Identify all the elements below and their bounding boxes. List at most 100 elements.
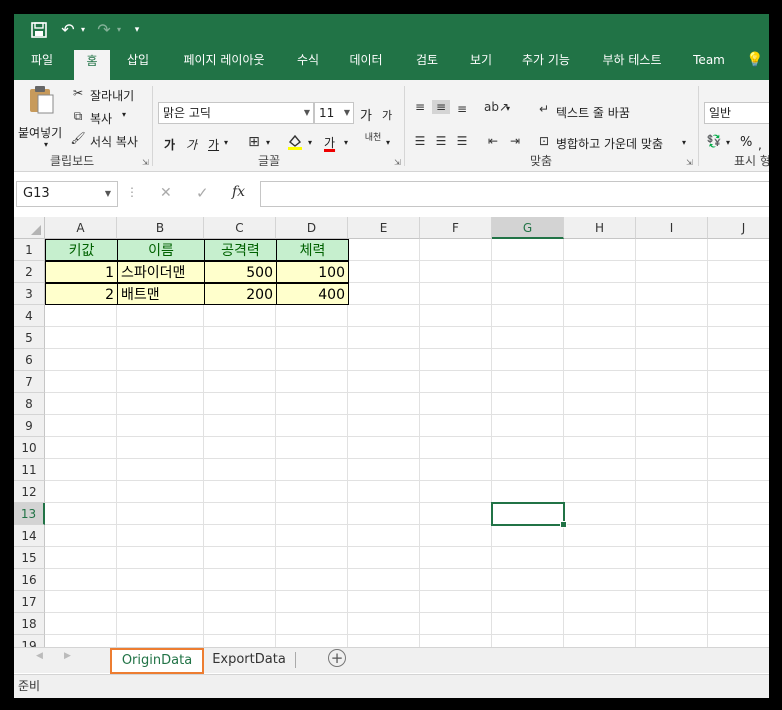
font-name-select[interactable]: 맑은 고딕 ▼ <box>158 102 314 124</box>
underline-button[interactable]: 가 <box>208 136 219 153</box>
merge-center-icon[interactable]: ⊡ <box>536 134 552 148</box>
undo-icon[interactable]: ↶ <box>58 19 78 41</box>
row-header-15[interactable]: 15 <box>14 547 45 569</box>
row-header-10[interactable]: 10 <box>14 437 45 459</box>
merge-center-button[interactable]: 병합하고 가운데 맞춤 <box>556 135 663 152</box>
phonetic-dropdown-icon[interactable]: ▾ <box>386 138 390 147</box>
table-cell[interactable]: 100 <box>276 261 349 283</box>
font-launcher-icon[interactable]: ⇲ <box>394 158 401 167</box>
row-header-12[interactable]: 12 <box>14 481 45 503</box>
sheet-tab-origindata[interactable]: OriginData <box>110 648 204 674</box>
align-top-icon[interactable]: ≡ <box>412 100 428 114</box>
redo-dropdown-icon[interactable]: ▾ <box>114 19 124 41</box>
column-header-d[interactable]: D <box>276 217 348 239</box>
customize-qat-icon[interactable]: ▾ <box>130 19 144 41</box>
table-header-cell[interactable]: 체력 <box>276 239 349 261</box>
decrease-indent-icon[interactable]: ⇤ <box>484 134 502 148</box>
row-header-16[interactable]: 16 <box>14 569 45 591</box>
cancel-icon[interactable]: ✕ <box>160 185 172 201</box>
sheet-tab-exportdata[interactable]: ExportData <box>210 648 288 673</box>
align-center-icon[interactable]: ☰ <box>432 134 450 148</box>
bold-button[interactable]: 가 <box>164 136 175 153</box>
table-header-cell[interactable]: 키값 <box>45 239 118 261</box>
align-middle-icon[interactable]: ≡ <box>432 100 450 114</box>
font-size-select[interactable]: 11 ▼ <box>314 102 354 124</box>
row-header-18[interactable]: 18 <box>14 613 45 635</box>
copy-button[interactable]: 복사 <box>90 110 112 127</box>
formula-input[interactable] <box>260 181 769 207</box>
italic-button[interactable]: 가 <box>186 136 197 153</box>
select-all-corner[interactable] <box>14 217 45 239</box>
paste-dropdown-icon[interactable]: ▾ <box>44 140 48 149</box>
align-bottom-icon[interactable]: ≡ <box>454 102 470 116</box>
row-header-14[interactable]: 14 <box>14 525 45 547</box>
accounting-dropdown-icon[interactable]: ▾ <box>726 138 730 147</box>
clipboard-launcher-icon[interactable]: ⇲ <box>142 158 149 167</box>
table-header-cell[interactable]: 공격력 <box>204 239 277 261</box>
fill-color-dropdown-icon[interactable]: ▾ <box>308 138 312 147</box>
column-header-e[interactable]: E <box>348 217 420 239</box>
align-left-icon[interactable]: ☰ <box>412 134 428 148</box>
shrink-font-button[interactable]: 가 <box>382 107 392 123</box>
merge-dropdown-icon[interactable]: ▾ <box>682 138 686 147</box>
copy-dropdown-icon[interactable]: ▾ <box>122 110 126 119</box>
row-header-11[interactable]: 11 <box>14 459 45 481</box>
comma-button[interactable]: , <box>758 138 762 152</box>
row-header-4[interactable]: 4 <box>14 305 45 327</box>
orientation-icon[interactable]: ab↗ <box>484 100 509 114</box>
column-header-g[interactable]: G <box>492 217 564 239</box>
percent-button[interactable]: % <box>740 135 752 150</box>
column-header-a[interactable]: A <box>45 217 117 239</box>
redo-icon[interactable]: ↷ <box>94 19 114 41</box>
worksheet-grid[interactable]: ABCDEFGHIJ 1 2 3 4 5 6 7 8 9 10 11 12 13 14 15 16 17 18 19… <box>14 217 769 647</box>
wrap-text-icon[interactable]: ↵ <box>536 102 552 116</box>
phonetic-icon[interactable]: 내천 <box>364 134 382 143</box>
save-icon[interactable] <box>28 19 50 41</box>
borders-icon[interactable]: ⊞ <box>246 134 262 150</box>
row-header-8[interactable]: 8 <box>14 393 45 415</box>
row-header-2[interactable]: 2 <box>14 261 45 283</box>
chevron-down-icon[interactable]: ▼ <box>105 182 111 206</box>
scroll-left-icon[interactable]: ◀ <box>36 651 43 661</box>
table-cell[interactable]: 200 <box>204 283 277 305</box>
cut-icon[interactable]: ✂ <box>70 86 86 100</box>
paste-button[interactable]: 붙여넣기 <box>18 124 62 141</box>
row-header-17[interactable]: 17 <box>14 591 45 613</box>
table-cell[interactable]: 1 <box>45 261 118 283</box>
row-header-9[interactable]: 9 <box>14 415 45 437</box>
orientation-dropdown-icon[interactable]: ▾ <box>506 104 510 113</box>
table-cell[interactable]: 배트맨 <box>117 283 205 305</box>
active-cell[interactable] <box>491 502 567 528</box>
row-header-13[interactable]: 13 <box>14 503 45 525</box>
borders-dropdown-icon[interactable]: ▾ <box>266 138 270 147</box>
grow-font-button[interactable]: 가 <box>360 105 372 124</box>
name-box[interactable]: G13 ▼ <box>16 181 118 207</box>
scroll-right-icon[interactable]: ▶ <box>64 651 71 661</box>
column-header-h[interactable]: H <box>564 217 636 239</box>
copy-icon[interactable]: ⧉ <box>70 109 86 124</box>
row-header-19[interactable]: 19 <box>14 635 45 647</box>
column-header-c[interactable]: C <box>204 217 276 239</box>
underline-dropdown-icon[interactable]: ▾ <box>224 138 228 147</box>
undo-dropdown-icon[interactable]: ▾ <box>78 19 88 41</box>
column-header-f[interactable]: F <box>420 217 492 239</box>
format-painter-button[interactable]: 서식 복사 <box>90 133 138 150</box>
align-right-icon[interactable]: ☰ <box>454 134 470 148</box>
table-cell[interactable]: 스파이더맨 <box>117 261 205 283</box>
row-header-3[interactable]: 3 <box>14 283 45 305</box>
wrap-text-button[interactable]: 텍스트 줄 바꿈 <box>556 104 630 121</box>
font-color-button[interactable]: 가 <box>324 134 335 151</box>
accounting-format-icon[interactable]: 💱 <box>704 134 724 148</box>
font-color-dropdown-icon[interactable]: ▾ <box>344 138 348 147</box>
table-cell[interactable]: 400 <box>276 283 349 305</box>
column-header-i[interactable]: I <box>636 217 708 239</box>
format-painter-icon[interactable]: 🖌 <box>70 131 86 145</box>
insert-function-icon[interactable]: fx <box>232 184 245 200</box>
table-header-cell[interactable]: 이름 <box>117 239 205 261</box>
fill-color-icon[interactable] <box>286 133 304 151</box>
new-sheet-icon[interactable]: + <box>328 649 346 667</box>
alignment-launcher-icon[interactable]: ⇲ <box>686 158 693 167</box>
number-format-select[interactable]: 일반 <box>704 102 769 124</box>
column-header-j[interactable]: J <box>708 217 769 239</box>
increase-indent-icon[interactable]: ⇥ <box>506 134 524 148</box>
